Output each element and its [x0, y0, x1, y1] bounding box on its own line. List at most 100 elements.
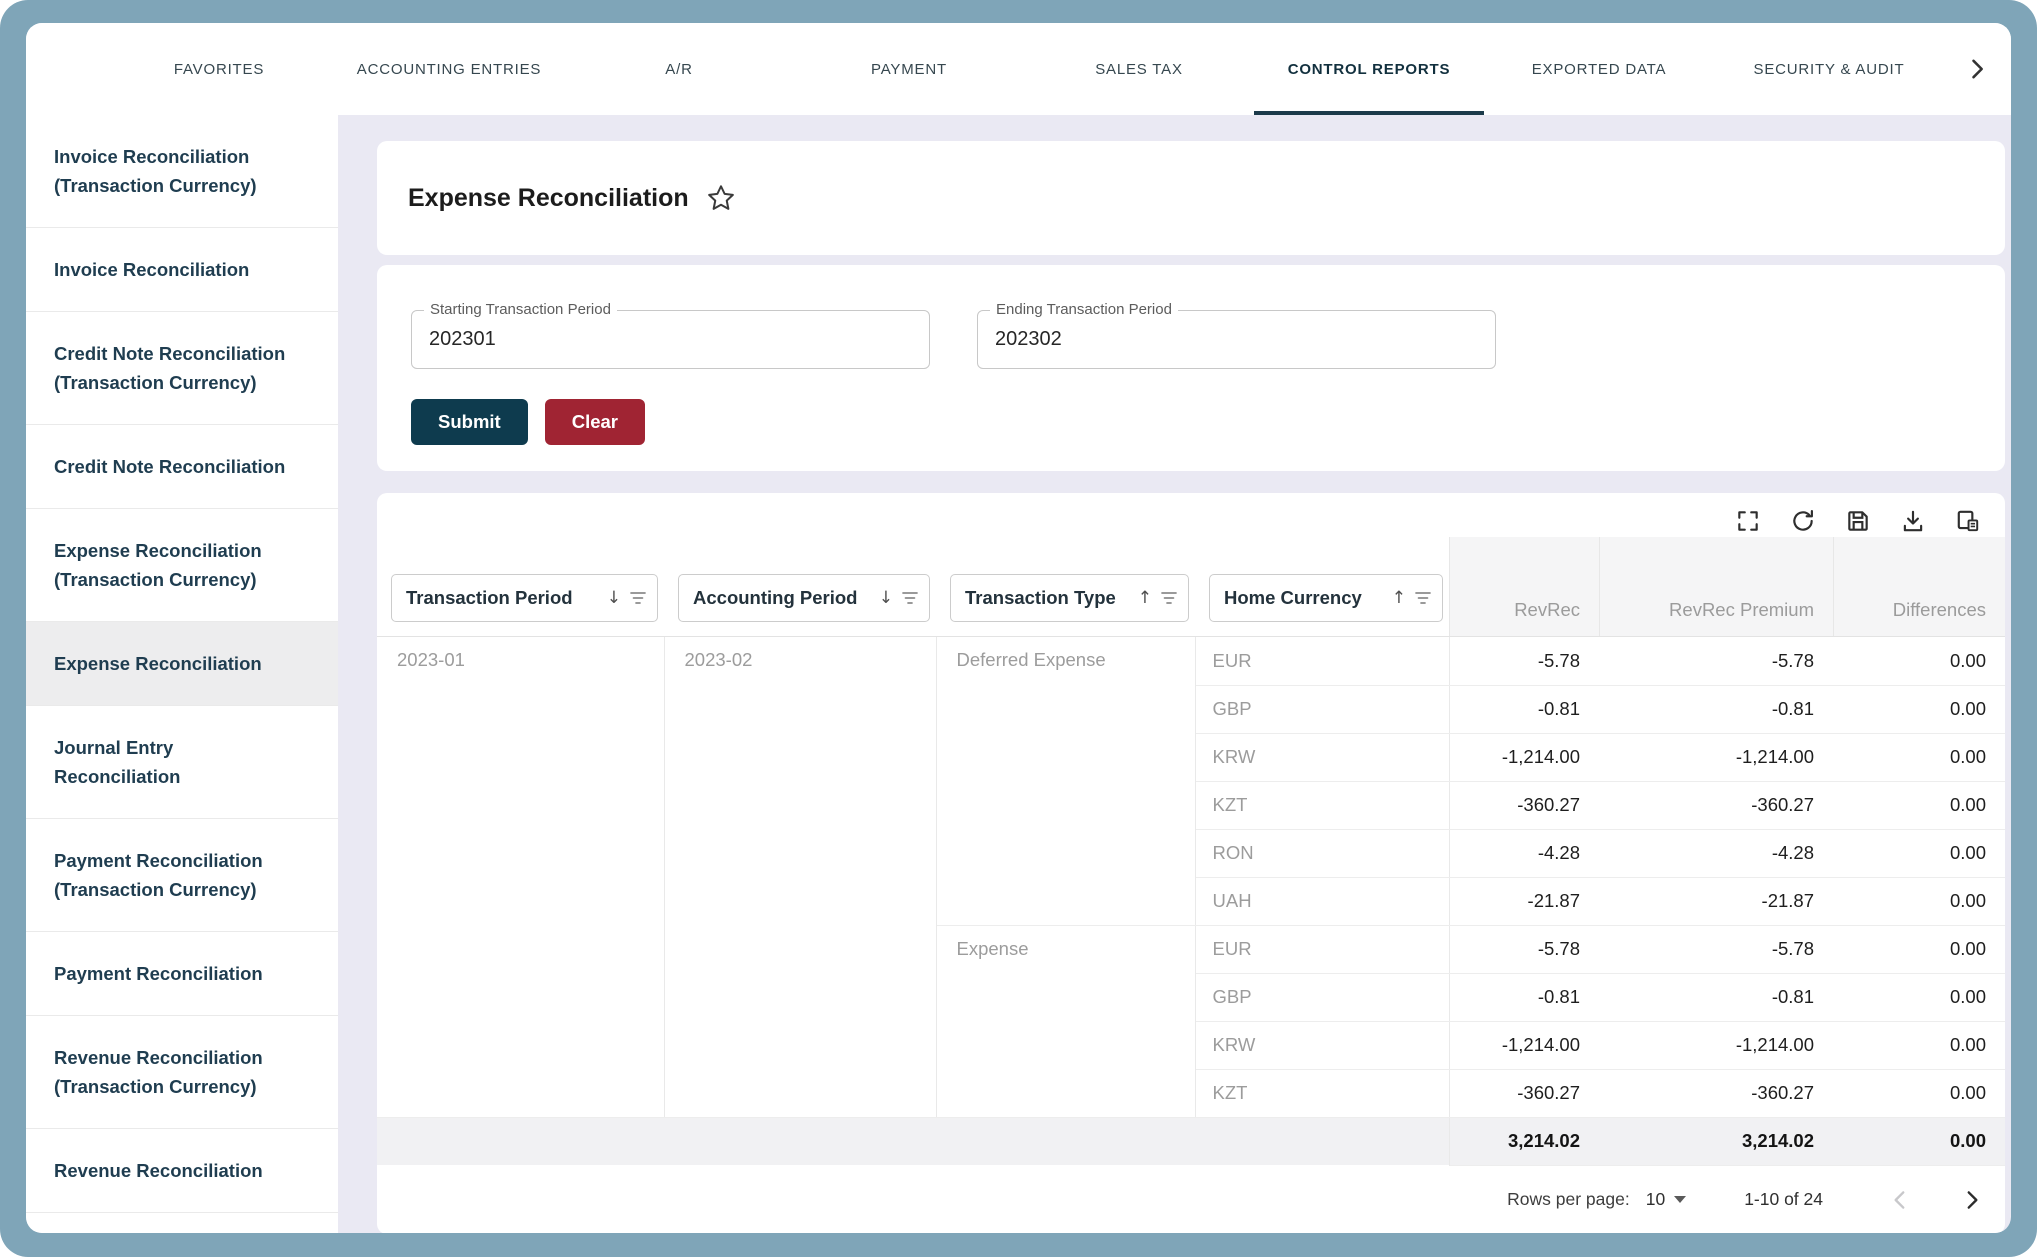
- sidebar-item[interactable]: Payment Reconciliation (Transaction Curr…: [26, 819, 338, 932]
- sidebar-item-label: Invoice Reconciliation: [54, 255, 249, 284]
- filter-fields: Starting Transaction Period 202301 Endin…: [411, 310, 2005, 369]
- chevron-right-icon: [1959, 1187, 1985, 1213]
- sidebar-item[interactable]: Revenue Reconciliation (Transaction Curr…: [26, 1016, 338, 1129]
- filter-icon[interactable]: [1160, 591, 1178, 605]
- cell-revrec-premium: -5.78: [1599, 925, 1833, 973]
- tab-security-audit[interactable]: SECURITY & AUDIT: [1714, 23, 1944, 115]
- cell-revrec-premium: -0.81: [1599, 685, 1833, 733]
- column-header-transaction-period[interactable]: Transaction Period ↓: [391, 574, 658, 622]
- sidebar-item[interactable]: Expense Reconciliation: [26, 622, 338, 706]
- cell-home-currency: RON: [1195, 829, 1449, 877]
- sidebar-item-label: Journal Entry Reconciliation: [54, 733, 286, 791]
- filter-icon[interactable]: [901, 591, 919, 605]
- sidebar-item[interactable]: Credit Note Reconciliation: [26, 425, 338, 509]
- sidebar-item[interactable]: Payment Reconciliation: [26, 932, 338, 1016]
- submit-button[interactable]: Submit: [411, 399, 528, 445]
- filter-card: Starting Transaction Period 202301 Endin…: [377, 265, 2005, 471]
- column-header-home-currency[interactable]: Home Currency ↑: [1209, 574, 1443, 622]
- filter-icon[interactable]: [1414, 591, 1432, 605]
- cell-transaction-period: 2023-01: [377, 637, 664, 1117]
- cell-home-currency: EUR: [1195, 925, 1449, 973]
- sidebar-item[interactable]: Invoice Reconciliation (Transaction Curr…: [26, 115, 338, 228]
- save-icon: [1845, 508, 1871, 534]
- clear-button[interactable]: Clear: [545, 399, 645, 445]
- column-header-transaction-type[interactable]: Transaction Type ↑: [950, 574, 1189, 622]
- cell-differences: 0.00: [1833, 925, 2005, 973]
- download-button[interactable]: [1900, 508, 1926, 534]
- total-differences: 0.00: [1833, 1117, 2005, 1165]
- tab-control-reports[interactable]: CONTROL REPORTS: [1254, 23, 1484, 115]
- cell-home-currency: KZT: [1195, 1069, 1449, 1117]
- rows-per-page-select[interactable]: 10: [1646, 1189, 1686, 1210]
- sidebar-item-label: Invoice Reconciliation (Transaction Curr…: [54, 142, 286, 200]
- total-row-spacer: [377, 1117, 1449, 1165]
- top-nav: FAVORITESACCOUNTING ENTRIESA/RPAYMENTSAL…: [26, 23, 2011, 115]
- cell-transaction-type: Expense: [936, 925, 1195, 1117]
- column-header-revrec-premium: RevRec Premium: [1599, 537, 1833, 636]
- cell-revrec: -360.27: [1449, 1069, 1599, 1117]
- fullscreen-button[interactable]: [1735, 508, 1761, 534]
- pages-button[interactable]: [1955, 508, 1981, 534]
- filter-icon[interactable]: [629, 591, 647, 605]
- cell-differences: 0.00: [1833, 1021, 2005, 1069]
- tab-exported-data[interactable]: EXPORTED DATA: [1484, 23, 1714, 115]
- cell-revrec-premium: -360.27: [1599, 1069, 1833, 1117]
- sidebar-item-label: Payment Reconciliation: [54, 959, 263, 988]
- rows-per-page-value: 10: [1646, 1189, 1665, 1210]
- tab-accounting-entries[interactable]: ACCOUNTING ENTRIES: [334, 23, 564, 115]
- starting-transaction-period-label: Starting Transaction Period: [424, 301, 617, 318]
- cell-revrec-premium: -360.27: [1599, 781, 1833, 829]
- sidebar-item-label: Revenue Reconciliation: [54, 1156, 263, 1185]
- sidebar-item[interactable]: Journal Entry Reconciliation: [26, 706, 338, 819]
- chevron-right-icon: [1963, 55, 1991, 83]
- sidebar-item[interactable]: Expense Reconciliation (Transaction Curr…: [26, 509, 338, 622]
- previous-page-button[interactable]: [1883, 1183, 1917, 1217]
- pagination-range: 1-10 of 24: [1744, 1189, 1823, 1210]
- tab-a-r[interactable]: A/R: [564, 23, 794, 115]
- tab-payment[interactable]: PAYMENT: [794, 23, 1024, 115]
- nav-overflow-button[interactable]: [1963, 55, 1991, 83]
- table-row: 2023-012023-02Deferred ExpenseEUR-5.78-5…: [377, 637, 2005, 685]
- column-label: Home Currency: [1224, 587, 1362, 609]
- cell-revrec: -5.78: [1449, 637, 1599, 685]
- sidebar-item[interactable]: Invoice Reconciliation: [26, 228, 338, 312]
- sidebar-item[interactable]: Credit Note Reconciliation (Transaction …: [26, 312, 338, 425]
- table-toolbar: [377, 493, 2005, 537]
- favorite-button[interactable]: [706, 183, 736, 213]
- next-page-button[interactable]: [1955, 1183, 1989, 1217]
- cell-home-currency: KRW: [1195, 1021, 1449, 1069]
- column-label: Accounting Period: [693, 587, 857, 609]
- download-icon: [1900, 508, 1926, 534]
- filter-actions: Submit Clear: [411, 399, 2005, 445]
- refresh-button[interactable]: [1790, 508, 1816, 534]
- cell-accounting-period: 2023-02: [664, 637, 936, 1117]
- save-button[interactable]: [1845, 508, 1871, 534]
- nav-tabs: FAVORITESACCOUNTING ENTRIESA/RPAYMENTSAL…: [104, 23, 1944, 115]
- cell-revrec: -1,214.00: [1449, 733, 1599, 781]
- sidebar-item-label: Payment Reconciliation (Transaction Curr…: [54, 846, 286, 904]
- cell-home-currency: KZT: [1195, 781, 1449, 829]
- cell-revrec: -21.87: [1449, 877, 1599, 925]
- tab-favorites[interactable]: FAVORITES: [104, 23, 334, 115]
- ending-transaction-period-field[interactable]: Ending Transaction Period 202302: [977, 310, 1496, 369]
- tab-sales-tax[interactable]: SALES TAX: [1024, 23, 1254, 115]
- cell-differences: 0.00: [1833, 1069, 2005, 1117]
- column-header-accounting-period[interactable]: Accounting Period ↓: [678, 574, 930, 622]
- cell-revrec: -0.81: [1449, 973, 1599, 1021]
- sidebar: Invoice Reconciliation (Transaction Curr…: [26, 115, 338, 1233]
- cell-revrec: -5.78: [1449, 925, 1599, 973]
- total-revrec: 3,214.02: [1449, 1117, 1599, 1165]
- caret-down-icon: [1674, 1196, 1686, 1203]
- sidebar-item[interactable]: Revenue Reconciliation: [26, 1129, 338, 1213]
- starting-transaction-period-field[interactable]: Starting Transaction Period 202301: [411, 310, 930, 369]
- data-grid: 2023-012023-02Deferred ExpenseEUR-5.78-5…: [377, 637, 2005, 1166]
- cell-home-currency: KRW: [1195, 733, 1449, 781]
- cell-differences: 0.00: [1833, 733, 2005, 781]
- table-header: Transaction Period ↓ Accounting Period ↓: [377, 537, 2005, 637]
- column-header-cell: Transaction Type ↑: [936, 537, 1195, 636]
- chevron-left-icon: [1887, 1187, 1913, 1213]
- column-header-revrec: RevRec: [1449, 537, 1599, 636]
- cell-home-currency: GBP: [1195, 973, 1449, 1021]
- pagination-bar: Rows per page: 10 1-10 of 24: [377, 1166, 2005, 1234]
- cell-differences: 0.00: [1833, 877, 2005, 925]
